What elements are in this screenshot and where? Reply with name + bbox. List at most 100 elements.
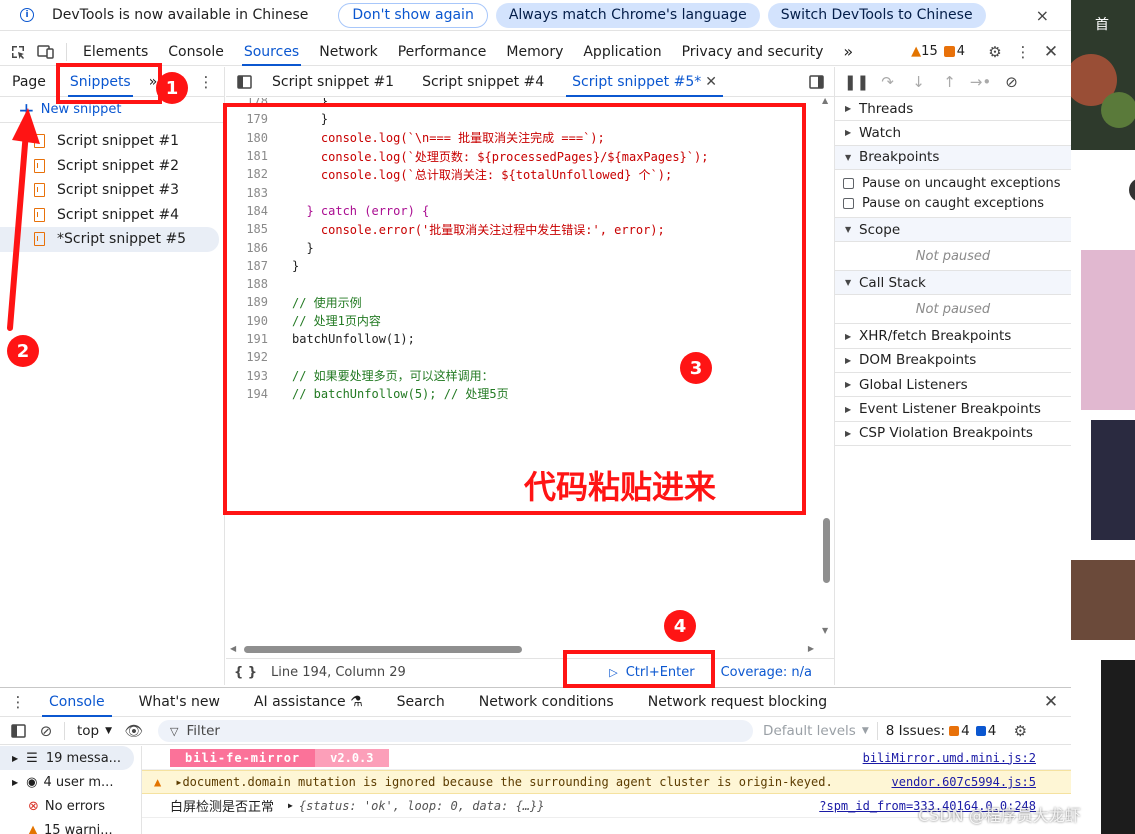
scroll-thumb[interactable] bbox=[823, 518, 830, 583]
scroll-left-icon[interactable]: ◀ bbox=[230, 644, 236, 653]
annotation-box-snippets bbox=[56, 63, 162, 104]
section-breakpoints[interactable]: ▼ Breakpoints bbox=[835, 145, 1071, 170]
tab-privacy-security[interactable]: Privacy and security bbox=[672, 38, 834, 66]
dont-show-again-button[interactable]: Don't show again bbox=[338, 2, 488, 28]
switch-chinese-button[interactable]: Switch DevTools to Chinese bbox=[767, 2, 986, 28]
clear-console-icon[interactable]: ⊘ bbox=[32, 717, 60, 745]
debugger-sidebar: ❚❚ ↷ ↓ ↑ →• ⊘ ▶ Threads ▶ Watch ▼ Breakpoin… bbox=[834, 67, 1071, 685]
section-event-listener-breakpoints[interactable]: ▶ Event Listener Breakpoints bbox=[835, 397, 1071, 422]
section-watch[interactable]: ▶ Watch bbox=[835, 121, 1071, 146]
section-call-stack[interactable]: ▼ Call Stack bbox=[835, 271, 1071, 296]
inspect-element-icon[interactable] bbox=[4, 38, 32, 66]
expand-triangle-icon: ▶ bbox=[845, 428, 852, 438]
tab-application[interactable]: Application bbox=[573, 38, 671, 66]
checkbox-box[interactable] bbox=[843, 198, 854, 210]
context-selector[interactable]: top ▼ bbox=[77, 723, 112, 739]
expand-triangle-icon[interactable]: ▶ bbox=[288, 801, 293, 810]
warning-icon[interactable]: ▲ bbox=[911, 44, 921, 59]
match-language-button[interactable]: Always match Chrome's language bbox=[495, 2, 760, 28]
log-label: 白屏检测是否正常 bbox=[170, 800, 275, 815]
section-dom-breakpoints[interactable]: ▶ DOM Breakpoints bbox=[835, 348, 1071, 374]
section-scope[interactable]: ▼ Scope bbox=[835, 217, 1071, 243]
warning-count[interactable]: 15 bbox=[921, 44, 938, 59]
scroll-up-icon[interactable]: ▲ bbox=[822, 96, 828, 105]
warning-text[interactable]: ▸document.domain mutation is ignored bec… bbox=[175, 775, 832, 789]
editor-tab-snippet-5[interactable]: Script snippet #5* ✕ bbox=[558, 67, 731, 97]
log-object[interactable]: {status: 'ok', loop: 0, data: {…}} bbox=[299, 799, 545, 813]
tab-sources[interactable]: Sources bbox=[234, 38, 309, 66]
source-link[interactable]: vendor.607c5994.js:5 bbox=[892, 775, 1037, 789]
drawer-tab-network-conditions[interactable]: Network conditions bbox=[462, 687, 631, 717]
deactivate-breakpoints-icon[interactable]: ⊘ bbox=[996, 73, 1027, 91]
error-circle-icon: ⊗ bbox=[28, 798, 39, 814]
annotation-number-1: 1 bbox=[156, 72, 188, 104]
section-xhr-breakpoints[interactable]: ▶ XHR/fetch Breakpoints bbox=[835, 324, 1071, 349]
editor-tab-snippet-1[interactable]: Script snippet #1 bbox=[258, 67, 408, 97]
infobar-message: DevTools is now available in Chinese bbox=[52, 7, 309, 23]
editor-horizontal-scrollbar[interactable]: ◀ ▶ bbox=[226, 643, 820, 657]
checkbox-box[interactable] bbox=[843, 178, 854, 190]
issues-label: 8 Issues: bbox=[885, 723, 946, 739]
device-toolbar-icon[interactable] bbox=[32, 38, 60, 66]
step-out-icon[interactable]: ↑ bbox=[934, 73, 965, 91]
error-count[interactable]: 4 bbox=[957, 44, 965, 59]
tab-network[interactable]: Network bbox=[309, 38, 387, 66]
pause-uncaught-checkbox[interactable]: Pause on uncaught exceptions bbox=[835, 174, 1071, 194]
more-options-icon[interactable]: ⋮ bbox=[1009, 38, 1037, 66]
drawer-tab-whats-new[interactable]: What's new bbox=[122, 687, 237, 717]
pause-caught-checkbox[interactable]: Pause on caught exceptions bbox=[835, 194, 1071, 214]
drawer-tab-console[interactable]: Console bbox=[32, 687, 122, 717]
navigator-menu-icon[interactable]: ⋮ bbox=[192, 68, 220, 96]
source-link[interactable]: biliMirror.umd.mini.js:2 bbox=[863, 751, 1036, 765]
snippet-label: Script snippet #4 bbox=[57, 206, 180, 223]
scroll-thumb[interactable] bbox=[244, 646, 522, 653]
pretty-print-icon[interactable]: { } bbox=[234, 665, 257, 680]
warning-icon: ▲ bbox=[28, 822, 38, 834]
console-filter-input[interactable]: ▽ Filter bbox=[158, 720, 754, 742]
step-over-icon[interactable]: ↷ bbox=[872, 73, 903, 91]
error-icon[interactable] bbox=[943, 46, 955, 57]
drawer-tab-network-request-blocking[interactable]: Network request blocking bbox=[631, 687, 844, 717]
scroll-down-icon[interactable]: ▼ bbox=[822, 626, 828, 635]
toggle-debugger-icon[interactable] bbox=[802, 68, 830, 96]
expand-triangle-icon: ▶ bbox=[845, 128, 852, 138]
tab-console[interactable]: Console bbox=[158, 38, 234, 66]
tab-elements[interactable]: Elements bbox=[73, 38, 158, 66]
nav-tab-page[interactable]: Page bbox=[6, 67, 52, 97]
more-tabs-chevron-icon[interactable]: » bbox=[833, 38, 863, 66]
section-csp-violation-breakpoints[interactable]: ▶ CSP Violation Breakpoints bbox=[835, 421, 1071, 446]
close-devtools-icon[interactable]: ✕ bbox=[1037, 38, 1065, 66]
scroll-right-icon[interactable]: ▶ bbox=[808, 644, 814, 653]
sidebar-item-errors[interactable]: ⊗ No errors bbox=[0, 794, 140, 818]
sidebar-item-user-messages[interactable]: ▶ ◉ 4 user m... bbox=[0, 770, 140, 794]
drawer-tab-search[interactable]: Search bbox=[380, 687, 462, 717]
infobar-close-icon[interactable]: × bbox=[1036, 6, 1049, 25]
editor-tab-bar: Script snippet #1 Script snippet #4 Scri… bbox=[226, 67, 834, 97]
tab-performance[interactable]: Performance bbox=[388, 38, 497, 66]
step-icon[interactable]: →• bbox=[965, 73, 996, 91]
section-global-listeners[interactable]: ▶ Global Listeners bbox=[835, 373, 1071, 398]
tab-memory[interactable]: Memory bbox=[496, 38, 573, 66]
editor-tab-snippet-4[interactable]: Script snippet #4 bbox=[408, 67, 558, 97]
drawer-tab-ai-assistance[interactable]: AI assistance ⚗ bbox=[237, 687, 380, 717]
console-sidebar-toggle-icon[interactable] bbox=[4, 717, 32, 745]
coverage-label[interactable]: Coverage: n/a bbox=[721, 665, 812, 680]
editor-vertical-scrollbar[interactable]: ▲ ▼ bbox=[820, 96, 834, 643]
site-nav-label[interactable]: 首 bbox=[1095, 14, 1109, 34]
close-drawer-icon[interactable]: ✕ bbox=[1037, 688, 1065, 716]
console-settings-gear-icon[interactable]: ⚙ bbox=[1006, 717, 1034, 745]
step-into-icon[interactable]: ↓ bbox=[903, 73, 934, 91]
pause-icon[interactable]: ❚❚ bbox=[841, 73, 872, 91]
live-expression-eye-icon[interactable]: 👁 bbox=[120, 717, 148, 745]
sidebar-item-warnings[interactable]: ▲ 15 warni... bbox=[0, 818, 140, 834]
settings-gear-icon[interactable]: ⚙ bbox=[981, 38, 1009, 66]
drawer-menu-icon[interactable]: ⋮ bbox=[4, 688, 32, 716]
issues-button[interactable]: 8 Issues: 4 4 bbox=[886, 723, 997, 739]
log-levels-dropdown[interactable]: Default levels ▼ bbox=[763, 723, 869, 739]
sidebar-item-messages[interactable]: ▶ ☰ 19 messa... bbox=[0, 746, 134, 770]
section-threads[interactable]: ▶ Threads bbox=[835, 97, 1071, 122]
toggle-navigator-icon[interactable] bbox=[230, 68, 258, 96]
expand-triangle-icon: ▶ bbox=[845, 104, 852, 114]
expand-triangle-icon: ▶ bbox=[845, 380, 852, 390]
close-tab-icon[interactable]: ✕ bbox=[705, 74, 717, 90]
